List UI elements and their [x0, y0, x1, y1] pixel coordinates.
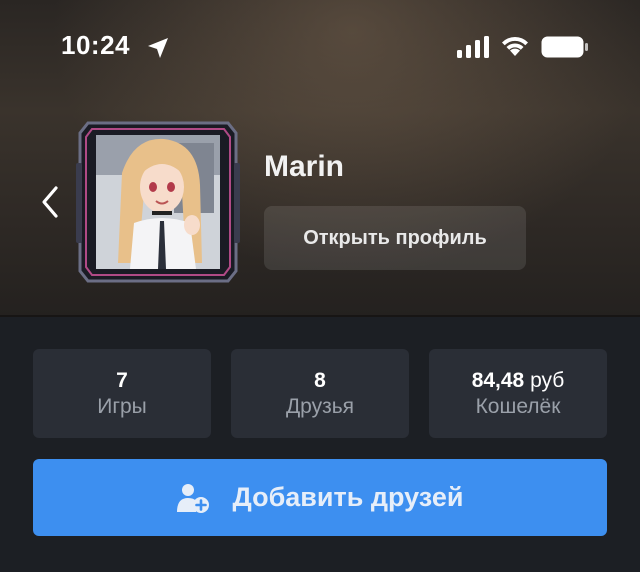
- stat-wallet-unit: руб: [524, 368, 565, 392]
- stat-friends-value: 8: [314, 368, 326, 392]
- stat-friends[interactable]: 8 Друзья: [231, 349, 409, 438]
- avatar[interactable]: [74, 113, 242, 291]
- stat-wallet[interactable]: 84,48 руб Кошелёк: [429, 349, 607, 438]
- status-bar: 10:24: [0, 0, 640, 96]
- chevron-left-icon: [42, 186, 58, 218]
- profile-header: 10:24 Marin Открыть профиль: [0, 0, 640, 317]
- username: Marin: [264, 150, 345, 183]
- add-user-icon: [176, 483, 209, 513]
- stat-friends-label: Друзья: [285, 395, 355, 419]
- location-arrow-icon: [148, 38, 168, 58]
- wifi-icon: [502, 36, 528, 56]
- add-friends-button[interactable]: Добавить друзей: [33, 459, 607, 536]
- status-time: 10:24: [61, 30, 130, 60]
- stat-games-value: 7: [116, 368, 128, 392]
- back-button[interactable]: [30, 176, 70, 228]
- stats-row: 7 Игры 8 Друзья 84,48 руб Кошелёк: [33, 349, 607, 438]
- stat-wallet-label: Кошелёк: [475, 395, 561, 419]
- cellular-signal-icon: [457, 36, 489, 58]
- open-profile-button[interactable]: Открыть профиль: [264, 206, 526, 270]
- add-friends-label: Добавить друзей: [232, 482, 464, 512]
- stat-wallet-value: 84,48: [471, 368, 525, 392]
- battery-icon: [541, 36, 588, 58]
- stat-games-label: Игры: [97, 395, 147, 419]
- stat-games[interactable]: 7 Игры: [33, 349, 211, 438]
